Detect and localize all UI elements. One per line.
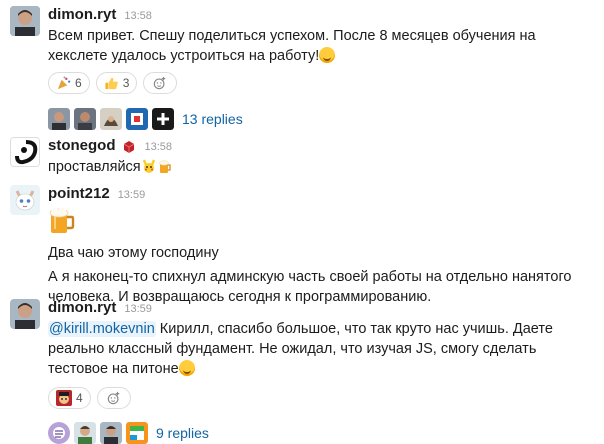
pikachu-emoji-icon <box>141 158 157 174</box>
reaction-custom[interactable]: 4 <box>48 387 91 409</box>
thread-replies-link[interactable]: 13 replies <box>182 111 243 127</box>
beer-emoji-icon <box>48 205 596 237</box>
party-popper-icon <box>56 75 71 91</box>
avatar <box>126 108 148 130</box>
author-name[interactable]: dimon.ryt <box>48 299 116 316</box>
user-mention[interactable]: @kirill.mokevnin <box>48 321 156 337</box>
message-text: проставляйся <box>48 157 596 177</box>
thread-summary[interactable]: 13 replies <box>48 108 596 130</box>
timestamp[interactable]: 13:59 <box>118 189 146 201</box>
message-line: Два чаю этому господину <box>48 245 219 261</box>
avatar <box>100 108 122 130</box>
reaction-count: 3 <box>122 76 130 90</box>
custom-face-icon <box>56 390 72 406</box>
add-reaction-button[interactable] <box>143 72 178 94</box>
avatar <box>126 422 148 444</box>
avatar[interactable] <box>10 299 40 329</box>
thread-replies-link[interactable]: 9 replies <box>156 425 209 441</box>
avatar[interactable] <box>10 137 40 167</box>
grinning-emoji-icon <box>319 47 336 63</box>
thread-summary[interactable]: 9 replies <box>48 422 596 444</box>
message-text: Всем привет. Спешу поделиться успехом. П… <box>48 28 536 64</box>
grinning-emoji-icon <box>178 360 195 376</box>
author-name[interactable]: stonegod <box>48 137 116 154</box>
avatar <box>48 422 70 444</box>
ruby-gem-icon <box>121 139 137 155</box>
reaction-count: 4 <box>76 391 83 405</box>
avatar[interactable] <box>10 6 40 36</box>
add-reaction-button[interactable] <box>96 387 131 409</box>
author-name[interactable]: point212 <box>48 185 110 202</box>
beer-emoji-icon <box>157 158 173 174</box>
avatar <box>74 422 96 444</box>
timestamp[interactable]: 13:58 <box>145 141 173 153</box>
timestamp[interactable]: 13:59 <box>124 303 152 315</box>
avatar <box>74 108 96 130</box>
message-text: @kirill.mokevnin Кирилл, спасибо большое… <box>48 321 553 377</box>
reaction-party[interactable]: 6 <box>48 72 90 94</box>
avatar <box>48 108 70 130</box>
avatar <box>100 422 122 444</box>
add-reaction-icon <box>153 76 167 90</box>
reaction-thumbs-up[interactable]: 3 <box>95 72 138 94</box>
thumbs-up-icon <box>104 76 119 91</box>
avatar[interactable] <box>10 185 40 215</box>
add-reaction-icon <box>107 391 121 405</box>
timestamp[interactable]: 13:58 <box>124 10 152 22</box>
reaction-count: 6 <box>75 76 82 90</box>
author-name[interactable]: dimon.ryt <box>48 6 116 23</box>
avatar <box>152 108 174 130</box>
